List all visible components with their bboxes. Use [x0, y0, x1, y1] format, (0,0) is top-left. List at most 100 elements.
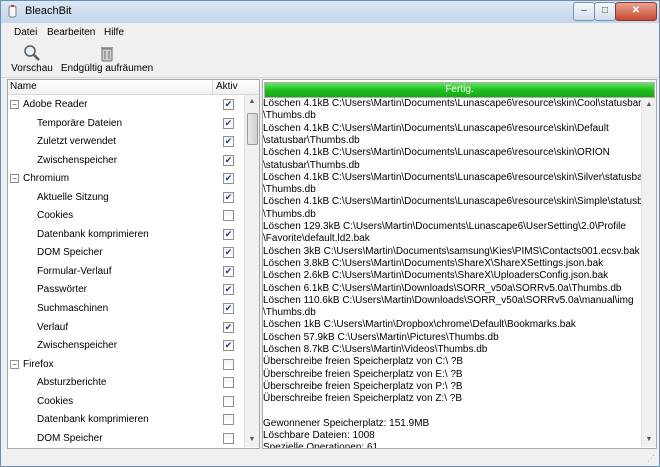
tree-header: Name Aktiv [8, 80, 259, 95]
tree-option-row[interactable]: Formular-Verlauf ✔ [8, 262, 244, 281]
log-line: Spezielle Operationen: 61 [263, 442, 379, 448]
tree-option-row[interactable]: Zuletzt verwendet ✔ [8, 132, 244, 151]
title-bar[interactable]: BleachBit – □ ✕ [1, 1, 659, 23]
tree-category-row[interactable]: − Firefox [8, 355, 244, 374]
active-checkbox[interactable] [223, 395, 234, 407]
tree-option-row[interactable]: Aktuelle Sitzung ✔ [8, 188, 244, 207]
maximize-button[interactable]: □ [594, 2, 616, 21]
tree-option-row[interactable]: Temporäre Dateien ✔ [8, 114, 244, 133]
column-header-active[interactable]: Aktiv [216, 81, 238, 92]
tree-option-row[interactable]: Absturzberichte [8, 373, 244, 392]
progress-text: Fertig. [445, 84, 474, 95]
active-checkbox[interactable]: ✔ [223, 154, 234, 166]
log-panel: Fertig. Löschen 4.1kB C:\Users\Martin\Do… [262, 79, 657, 449]
log-line: Löschen 4.1kB C:\Users\Martin\Documents\… [263, 122, 609, 134]
menu-bearbeiten[interactable]: Bearbeiten [47, 27, 95, 38]
active-checkbox[interactable] [223, 377, 234, 389]
tree-row-label: Formular-Verlauf [37, 265, 112, 277]
active-checkbox[interactable] [223, 358, 234, 370]
log-line: \statusbar\Thumbs.db [263, 134, 360, 146]
scroll-thumb[interactable] [247, 113, 258, 145]
column-separator[interactable] [212, 80, 213, 94]
tree-row-label: Datenbank komprimieren [37, 414, 149, 426]
collapse-icon[interactable]: − [10, 359, 19, 369]
tree-row-label: Adobe Reader [23, 99, 88, 110]
minimize-button[interactable]: – [573, 2, 595, 21]
tree-option-row[interactable]: Cookies [8, 206, 244, 225]
magnifier-icon [24, 45, 40, 61]
tree-row-label: DOM Speicher [37, 432, 103, 444]
tree-row-label: Aktuelle Sitzung [37, 191, 109, 203]
preview-label: Vorschau [11, 63, 53, 74]
tree-category-row[interactable]: − Chromium ✔ [8, 169, 244, 188]
log-line: Löschen 8.7kB C:\Users\Martin\Videos\Thu… [263, 344, 488, 355]
collapse-icon[interactable]: − [10, 100, 19, 109]
active-checkbox[interactable]: ✔ [223, 117, 234, 129]
log-line: Löschen 3.8kB C:\Users\Martin\Documents\… [263, 257, 604, 269]
collapse-icon[interactable]: − [10, 174, 19, 184]
log-line: \Thumbs.db [263, 208, 316, 220]
resize-grip-icon[interactable]: ⋰ [647, 454, 657, 464]
tree-option-row[interactable]: Passwörter ✔ [8, 280, 244, 299]
tree-option-row[interactable]: Suchmaschinen ✔ [8, 299, 244, 318]
tree-option-row[interactable]: DOM Speicher [8, 429, 244, 448]
log-scroll-up-icon[interactable]: ▲ [642, 98, 656, 112]
tree-category-row[interactable]: − Adobe Reader ✔ [8, 95, 244, 114]
log-scroll-down-icon[interactable]: ▼ [642, 433, 656, 447]
log-line: \Thumbs.db [263, 184, 316, 196]
close-button[interactable]: ✕ [615, 2, 657, 21]
tree-row-label: Cookies [37, 395, 74, 407]
log-line: Löschen 57.9kB C:\Users\Martin\Pictures\… [263, 331, 499, 343]
clean-label: Endgültig aufräumen [60, 63, 154, 74]
active-checkbox[interactable]: ✔ [223, 99, 234, 110]
log-line: \Thumbs.db [263, 307, 316, 319]
tree-row-label: Zuletzt verwendet [37, 136, 116, 148]
active-checkbox[interactable]: ✔ [223, 191, 234, 203]
active-checkbox[interactable]: ✔ [223, 265, 234, 277]
tree-option-row[interactable]: DOM Speicher ✔ [8, 243, 244, 262]
clean-button[interactable]: Endgültig aufräumen [59, 44, 155, 74]
active-checkbox[interactable]: ✔ [223, 247, 234, 259]
log-line: \Favorite\default.ld2.bak [263, 233, 370, 245]
active-checkbox[interactable] [223, 210, 234, 222]
scroll-up-icon[interactable]: ▲ [245, 95, 259, 109]
active-checkbox[interactable]: ✔ [223, 228, 234, 240]
log-scrollbar[interactable]: ▲ ▼ [641, 98, 656, 447]
log-line: Löschen 4.1kB C:\Users\Martin\Documents\… [263, 196, 641, 208]
log-line: Gewonnener Speicherplatz: 151.9MB [263, 417, 430, 429]
active-checkbox[interactable] [223, 432, 234, 444]
tree-row-label: Zwischenspeicher [37, 340, 118, 352]
active-checkbox[interactable]: ✔ [223, 340, 234, 352]
log-line: Löschen 2.6kB C:\Users\Martin\Documents\… [263, 270, 609, 282]
log-line: Überschreibe freien Speicherplatz von C:… [263, 356, 464, 368]
active-checkbox[interactable]: ✔ [223, 136, 234, 148]
tree-option-row[interactable]: Zwischenspeicher ✔ [8, 336, 244, 355]
log-text[interactable]: Löschen 4.1kB C:\Users\Martin\Documents\… [263, 98, 641, 448]
menu-datei[interactable]: Datei [14, 27, 37, 38]
tree-row-label: Suchmaschinen [37, 303, 109, 315]
tree-scrollbar[interactable]: ▲ ▼ [244, 95, 259, 447]
tree-row-label: Cookies [37, 210, 74, 222]
column-header-name[interactable]: Name [10, 81, 37, 92]
active-checkbox[interactable] [223, 414, 234, 426]
status-bar: ⋰ [1, 449, 659, 466]
active-checkbox[interactable]: ✔ [223, 173, 234, 185]
active-checkbox[interactable]: ✔ [223, 284, 234, 296]
menu-hilfe[interactable]: Hilfe [104, 27, 124, 38]
toolbar: Vorschau Endgültig aufräumen [1, 42, 659, 78]
tree-option-row[interactable]: Cookies [8, 392, 244, 411]
tree-row-label: Absturzberichte [37, 377, 107, 389]
tree-row-label: Passwörter [37, 284, 88, 296]
app-window: BleachBit – □ ✕ Datei Bearbeiten Hilfe V… [0, 0, 660, 467]
tree-option-row[interactable]: Verlauf ✔ [8, 318, 244, 337]
scroll-down-icon[interactable]: ▼ [245, 433, 259, 447]
active-checkbox[interactable]: ✔ [223, 321, 234, 333]
tree-option-row[interactable]: Datenbank komprimieren ✔ [8, 225, 244, 244]
preview-button[interactable]: Vorschau [9, 44, 55, 74]
bleachbit-app-icon [8, 5, 17, 18]
tree-option-row[interactable]: Zwischenspeicher ✔ [8, 151, 244, 170]
tree-option-row[interactable]: Datenbank komprimieren [8, 410, 244, 429]
log-line: \statusbar\Thumbs.db [263, 159, 360, 171]
log-line: Löschbare Dateien: 1008 [263, 430, 375, 442]
active-checkbox[interactable]: ✔ [223, 303, 234, 315]
